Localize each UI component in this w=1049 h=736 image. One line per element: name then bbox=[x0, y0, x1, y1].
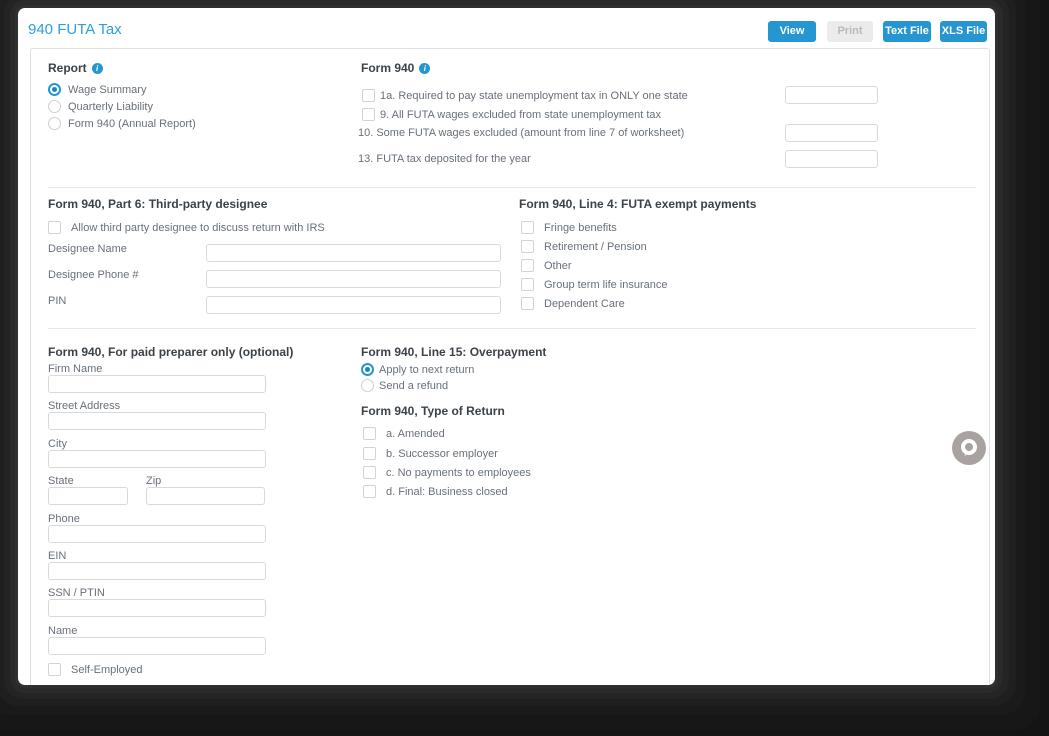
line-13-amount-input[interactable] bbox=[785, 150, 878, 168]
checkbox-fringe-benefits-label[interactable]: Fringe benefits bbox=[544, 222, 617, 234]
firm-name-label: Firm Name bbox=[48, 363, 103, 375]
overpayment-heading: Form 940, Line 15: Overpayment bbox=[361, 345, 547, 359]
radio-send-refund-label[interactable]: Send a refund bbox=[379, 380, 448, 392]
radio-form940-annual-label[interactable]: Form 940 (Annual Report) bbox=[68, 118, 196, 130]
print-button: Print bbox=[827, 21, 873, 42]
zip-input[interactable] bbox=[146, 487, 265, 505]
line-13-label: 13. FUTA tax deposited for the year bbox=[358, 153, 531, 165]
info-icon[interactable] bbox=[91, 63, 103, 74]
line-10-amount-input[interactable] bbox=[785, 124, 878, 142]
section-divider bbox=[48, 187, 976, 188]
report-heading-label: Report bbox=[48, 61, 87, 75]
city-label: City bbox=[48, 438, 67, 450]
city-input[interactable] bbox=[48, 450, 266, 468]
radio-quarterly-liability[interactable] bbox=[48, 100, 61, 113]
info-icon[interactable] bbox=[419, 63, 431, 74]
designee-name-input[interactable] bbox=[206, 244, 501, 262]
report-heading: Report bbox=[48, 61, 103, 75]
radio-form940-annual[interactable] bbox=[48, 117, 61, 130]
radio-quarterly-liability-label[interactable]: Quarterly Liability bbox=[68, 101, 153, 113]
checkbox-line-1a-label[interactable]: 1a. Required to pay state unemployment t… bbox=[380, 90, 688, 102]
zip-label: Zip bbox=[146, 475, 162, 487]
checkbox-retirement-pension-label[interactable]: Retirement / Pension bbox=[544, 241, 647, 253]
ssn-ptin-input[interactable] bbox=[48, 599, 266, 617]
checkbox-final-business-closed[interactable] bbox=[363, 485, 376, 498]
checkbox-group-term-life[interactable] bbox=[521, 278, 534, 291]
checkbox-successor-employer[interactable] bbox=[363, 447, 376, 460]
checkbox-self-employed-label[interactable]: Self-Employed bbox=[71, 664, 143, 676]
pin-label: PIN bbox=[48, 295, 67, 307]
view-button[interactable]: View bbox=[768, 21, 816, 42]
designee-name-label: Designee Name bbox=[48, 243, 127, 255]
preparer-heading: Form 940, For paid preparer only (option… bbox=[48, 345, 294, 359]
checkbox-other-label[interactable]: Other bbox=[544, 260, 572, 272]
line-10-label: 10. Some FUTA wages excluded (amount fro… bbox=[358, 127, 685, 139]
checkbox-dependent-care[interactable] bbox=[521, 297, 534, 310]
app-window: 940 FUTA Tax View Print Text File XLS Fi… bbox=[18, 8, 995, 685]
radio-apply-next-return[interactable] bbox=[361, 363, 374, 376]
text-file-button[interactable]: Text File bbox=[883, 21, 931, 42]
form940-heading: Form 940 bbox=[361, 61, 431, 75]
type-of-return-heading: Form 940, Type of Return bbox=[361, 404, 505, 418]
part6-heading: Form 940, Part 6: Third-party designee bbox=[48, 197, 268, 211]
checkbox-allow-designee[interactable] bbox=[48, 221, 61, 234]
designee-phone-label: Designee Phone # bbox=[48, 269, 139, 281]
radio-wage-summary[interactable] bbox=[48, 83, 61, 96]
checkbox-other[interactable] bbox=[521, 259, 534, 272]
ein-input[interactable] bbox=[48, 562, 266, 580]
checkbox-line-1a[interactable] bbox=[362, 89, 375, 102]
checkbox-successor-employer-label[interactable]: b. Successor employer bbox=[386, 448, 498, 460]
ein-label: EIN bbox=[48, 550, 67, 562]
speech-bubble-glyph bbox=[961, 439, 977, 456]
checkbox-amended-label[interactable]: a. Amended bbox=[386, 428, 445, 440]
checkbox-no-payments[interactable] bbox=[363, 466, 376, 479]
street-address-label: Street Address bbox=[48, 400, 121, 412]
checkbox-fringe-benefits[interactable] bbox=[521, 221, 534, 234]
checkbox-allow-designee-label[interactable]: Allow third party designee to discuss re… bbox=[71, 222, 325, 234]
radio-send-refund[interactable] bbox=[361, 379, 374, 392]
street-address-input[interactable] bbox=[48, 412, 266, 430]
checkbox-self-employed[interactable] bbox=[48, 663, 61, 676]
chat-bubble-icon[interactable] bbox=[952, 431, 986, 465]
state-input[interactable] bbox=[48, 487, 128, 505]
radio-apply-next-return-label[interactable]: Apply to next return bbox=[379, 364, 474, 376]
checkbox-line-9-label[interactable]: 9. All FUTA wages excluded from state un… bbox=[380, 109, 661, 121]
checkbox-dependent-care-label[interactable]: Dependent Care bbox=[544, 298, 625, 310]
state-label: State bbox=[48, 475, 74, 487]
xls-file-button[interactable]: XLS File bbox=[940, 21, 987, 42]
form-panel: Report Wage Summary Quarterly Liability … bbox=[30, 48, 990, 685]
line4-heading: Form 940, Line 4: FUTA exempt payments bbox=[519, 197, 757, 211]
checkbox-final-business-closed-label[interactable]: d. Final: Business closed bbox=[386, 486, 508, 498]
section-divider bbox=[48, 328, 976, 329]
checkbox-group-term-life-label[interactable]: Group term life insurance bbox=[544, 279, 668, 291]
pin-input[interactable] bbox=[206, 296, 501, 314]
ssn-ptin-label: SSN / PTIN bbox=[48, 587, 105, 599]
preparer-name-input[interactable] bbox=[48, 637, 266, 655]
preparer-name-label: Name bbox=[48, 625, 78, 637]
checkbox-line-9[interactable] bbox=[362, 108, 375, 121]
phone-label: Phone bbox=[48, 513, 80, 525]
page-title: 940 FUTA Tax bbox=[28, 21, 122, 38]
radio-wage-summary-label[interactable]: Wage Summary bbox=[68, 84, 146, 96]
line-1a-amount-input[interactable] bbox=[785, 86, 878, 104]
checkbox-no-payments-label[interactable]: c. No payments to employees bbox=[386, 467, 531, 479]
designee-phone-input[interactable] bbox=[206, 270, 501, 288]
checkbox-retirement-pension[interactable] bbox=[521, 240, 534, 253]
checkbox-amended[interactable] bbox=[363, 427, 376, 440]
form940-heading-label: Form 940 bbox=[361, 61, 415, 75]
firm-name-input[interactable] bbox=[48, 375, 266, 393]
phone-input[interactable] bbox=[48, 525, 266, 543]
